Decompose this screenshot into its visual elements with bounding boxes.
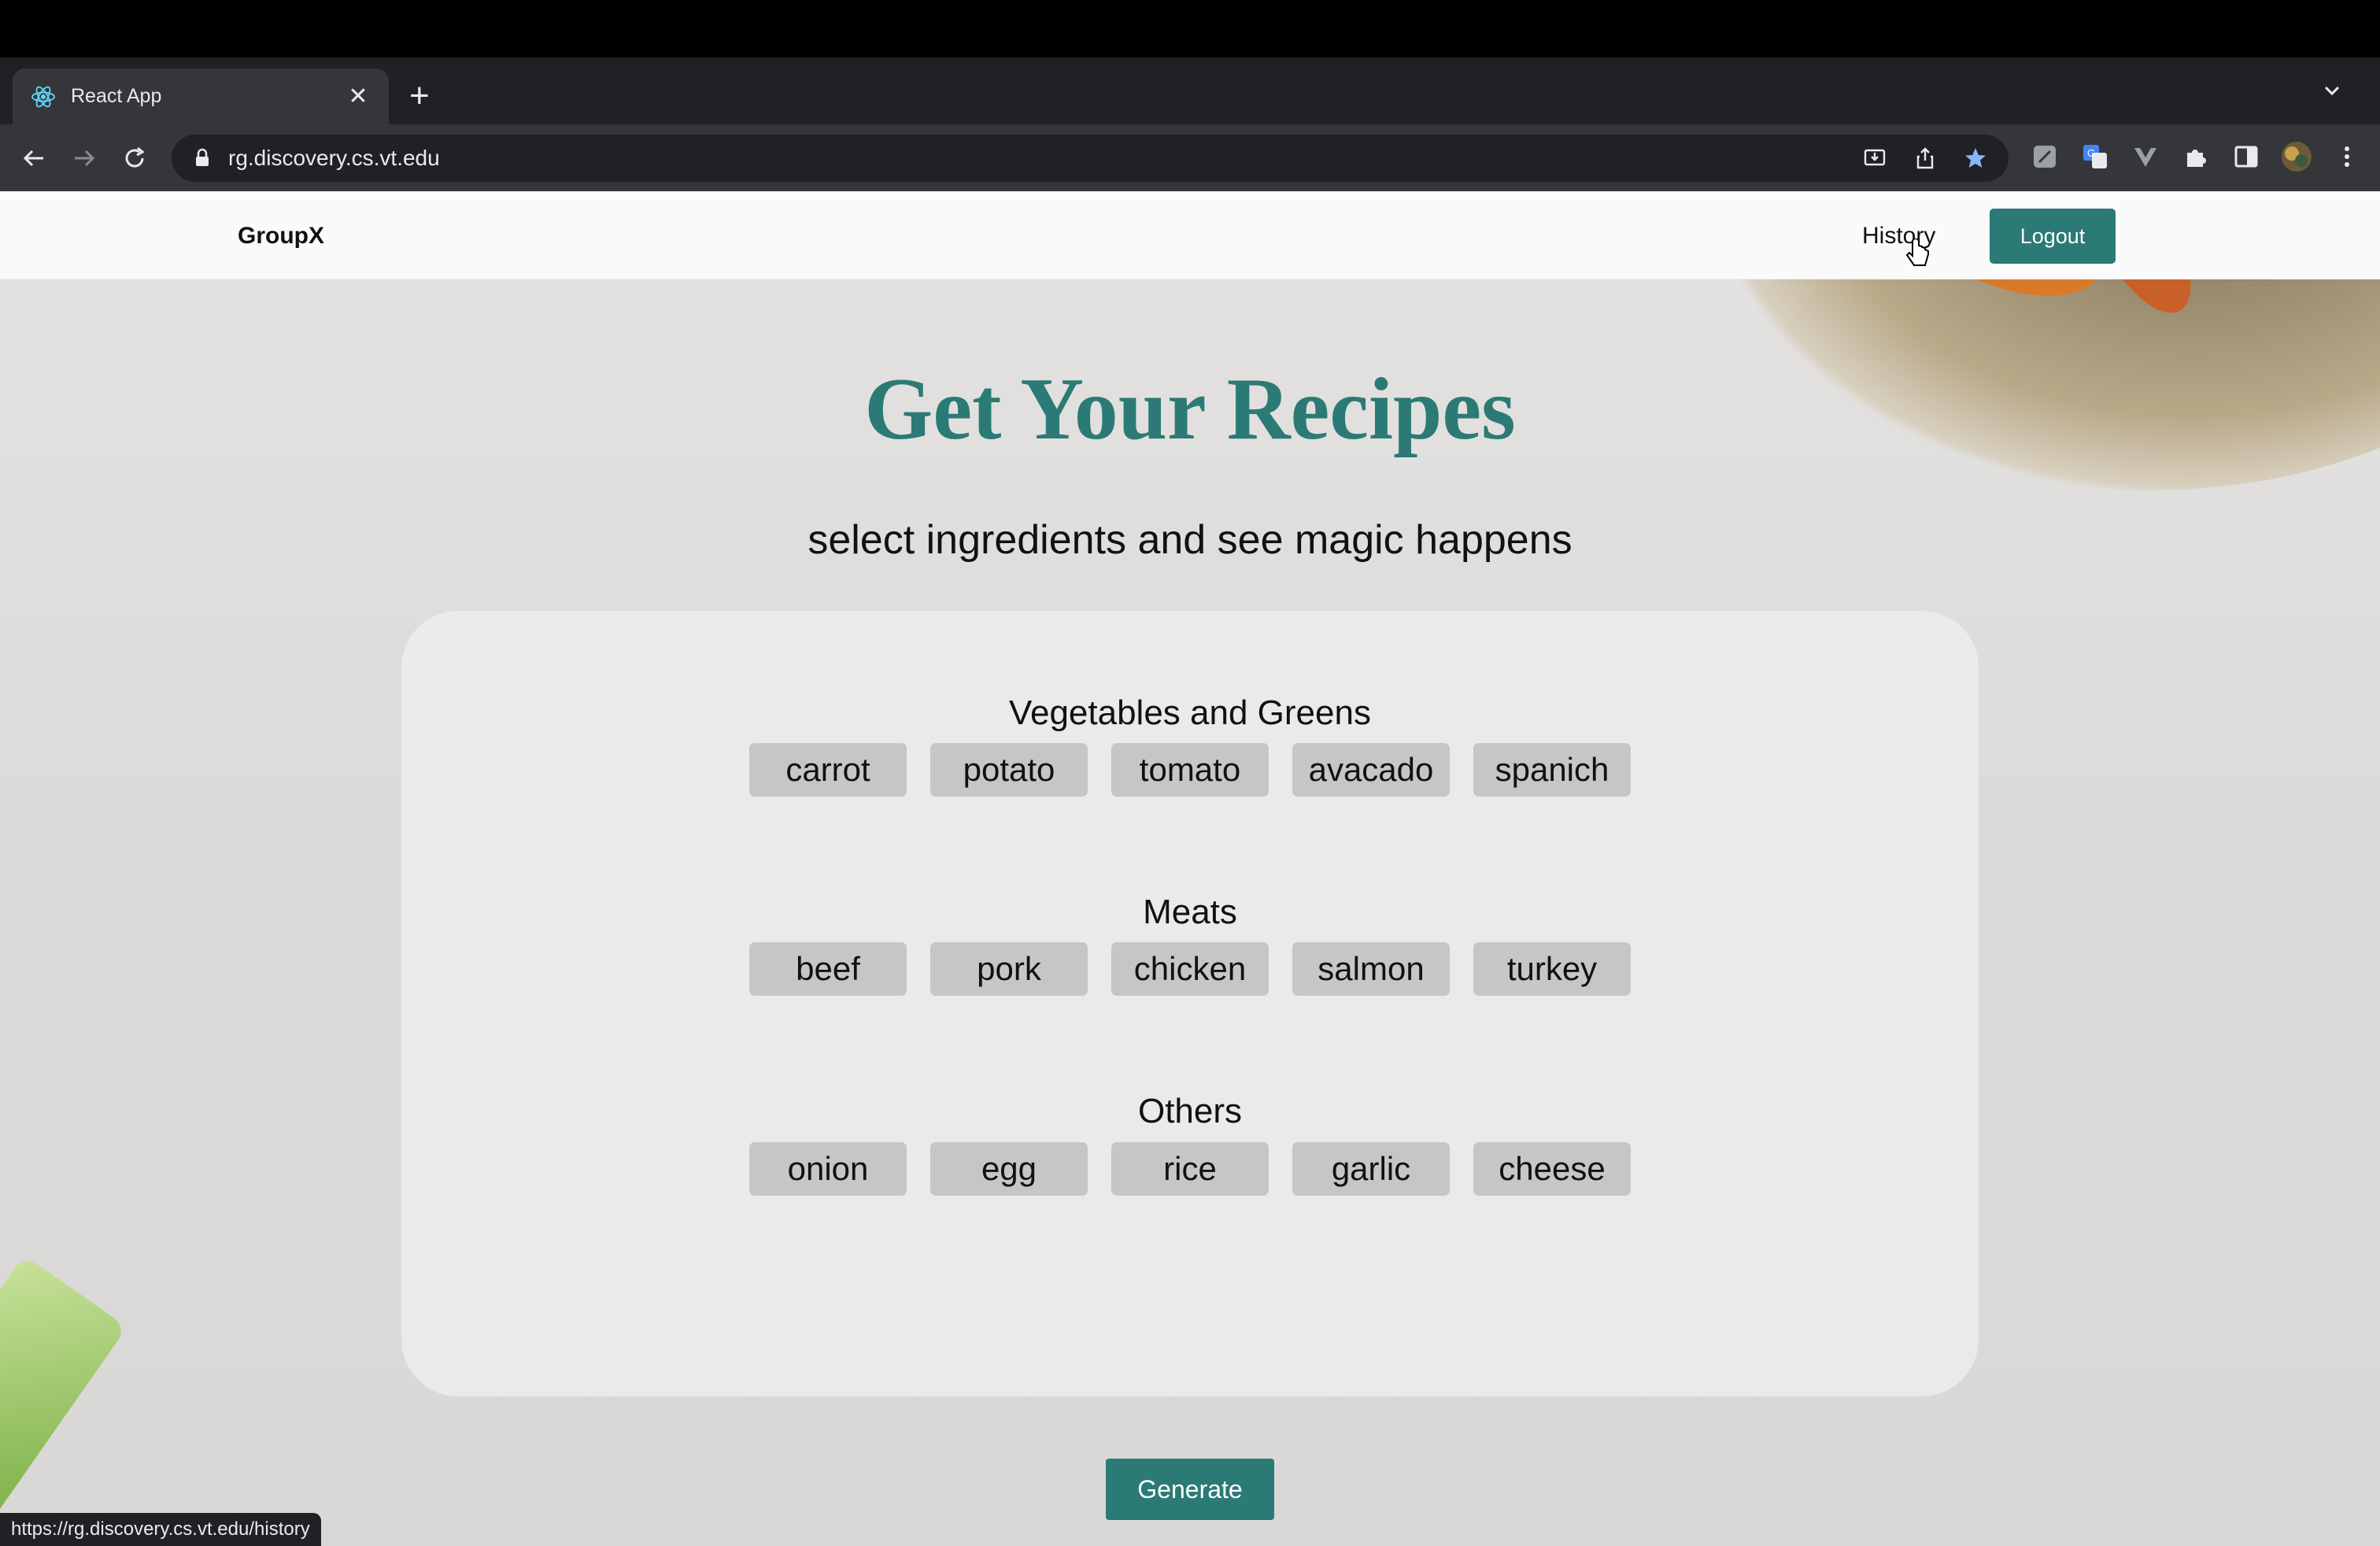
ingredient-chip[interactable]: rice [1111, 1142, 1269, 1196]
ingredient-chip[interactable]: spanich [1473, 743, 1631, 797]
puzzle-icon[interactable] [2180, 141, 2212, 172]
tab-strip: React App ✕ [0, 57, 2380, 124]
ingredient-chip[interactable]: pork [930, 942, 1088, 996]
install-app-icon[interactable] [1861, 144, 1889, 172]
page-title: Get Your Recipes [864, 361, 1516, 458]
react-icon [31, 86, 55, 107]
link-preview-status: https://rg.discovery.cs.vt.edu/history [0, 1513, 321, 1546]
tab-title: React App [71, 85, 162, 107]
ingredient-chip[interactable]: onion [749, 1142, 907, 1196]
page-subtitle: select ingredients and see magic happens [808, 517, 1572, 563]
ingredient-chip[interactable]: garlic [1292, 1142, 1450, 1196]
system-top-bar [0, 0, 2380, 57]
generate-button[interactable]: Generate [1106, 1459, 1274, 1520]
reload-icon[interactable] [118, 142, 151, 175]
extension-note-icon[interactable] [2029, 141, 2060, 172]
vue-devtools-icon[interactable] [2130, 141, 2161, 172]
section-title-vegetables: Vegetables and Greens [1009, 693, 1371, 732]
page-background: GroupX History Logout Get Your Recipes s… [0, 191, 2380, 1546]
lock-icon[interactable] [192, 148, 213, 168]
ingredient-row-others: onion egg rice garlic cheese [749, 1142, 1631, 1196]
section-title-meats: Meats [1143, 893, 1237, 931]
translate-icon[interactable]: G [2079, 141, 2111, 172]
back-icon[interactable] [17, 142, 50, 175]
kebab-menu-icon[interactable] [2331, 141, 2363, 172]
ingredient-chip[interactable]: carrot [749, 743, 907, 797]
hand-cursor-icon [1905, 239, 1929, 266]
bookmark-star-icon[interactable] [1961, 144, 1990, 172]
app-navbar: GroupX History Logout [0, 191, 2380, 279]
url-text[interactable]: rg.discovery.cs.vt.edu [228, 146, 440, 171]
ingredient-chip[interactable]: egg [930, 1142, 1088, 1196]
ingredient-row-vegetables: carrot potato tomato avacado spanich [749, 743, 1631, 797]
ingredient-chip[interactable]: cheese [1473, 1142, 1631, 1196]
ingredient-chip[interactable]: beef [749, 942, 907, 996]
ingredient-chip[interactable]: avacado [1292, 743, 1450, 797]
side-panel-icon[interactable] [2230, 141, 2262, 172]
ingredient-row-meats: beef pork chicken salmon turkey [749, 942, 1631, 996]
close-tab-icon[interactable]: ✕ [345, 83, 371, 110]
chevron-down-icon[interactable] [2320, 79, 2344, 102]
ingredient-chip[interactable]: tomato [1111, 743, 1269, 797]
ingredient-chip[interactable]: turkey [1473, 942, 1631, 996]
svg-text:G: G [2087, 147, 2095, 159]
ingredient-chip[interactable]: chicken [1111, 942, 1269, 996]
section-title-others: Others [1137, 1092, 1243, 1130]
forward-icon[interactable] [68, 142, 101, 175]
brand-logo[interactable]: GroupX [238, 223, 324, 250]
browser-tab[interactable]: React App ✕ [13, 68, 389, 124]
ingredient-card: Vegetables and Greens carrot potato toma… [401, 611, 1979, 1396]
new-tab-button[interactable]: + [409, 76, 430, 117]
logout-button[interactable]: Logout [1990, 209, 2116, 264]
share-icon[interactable] [1911, 144, 1939, 172]
ingredient-chip[interactable]: salmon [1292, 942, 1450, 996]
profile-avatar[interactable] [2281, 141, 2312, 172]
ingredient-chip[interactable]: potato [930, 743, 1088, 797]
browser-toolbar: rg.discovery.cs.vt.edu G [0, 124, 2380, 191]
leek-image [0, 1255, 128, 1521]
address-bar[interactable]: rg.discovery.cs.vt.edu [172, 135, 2009, 182]
